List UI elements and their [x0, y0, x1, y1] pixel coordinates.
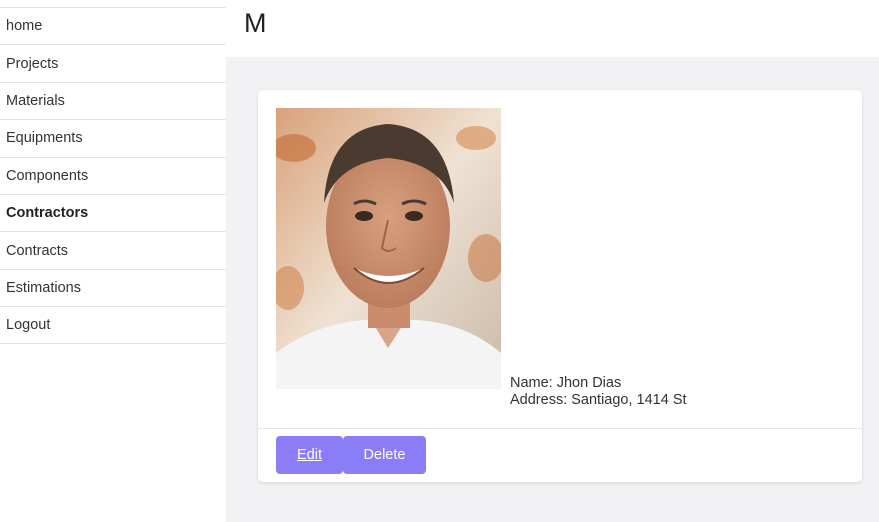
sidebar-item-contractors[interactable]: Contractors — [0, 193, 226, 231]
sidebar-item-equipments[interactable]: Equipments — [0, 119, 226, 156]
card-divider — [258, 428, 862, 429]
sidebar-nav: home Projects Materials Equipments Compo… — [0, 7, 226, 344]
sidebar-item-components[interactable]: Components — [0, 156, 226, 194]
contractor-photo-image — [276, 108, 501, 389]
sidebar-item-logout[interactable]: Logout — [0, 306, 226, 344]
sidebar-item-materials[interactable]: Materials — [0, 81, 226, 119]
delete-button[interactable]: Delete — [343, 436, 426, 474]
edit-button[interactable]: Edit — [276, 436, 343, 474]
page-title: M — [244, 8, 267, 38]
contractor-name: Name: Jhon Dias — [510, 375, 622, 391]
main-content: Name: Jhon Dias Address: Santiago, 1414 … — [226, 57, 879, 522]
contractor-address: Address: Santiago, 1414 St — [510, 392, 687, 408]
page-header: M — [226, 0, 879, 57]
sidebar-item-home[interactable]: home — [0, 7, 226, 44]
sidebar-item-estimations[interactable]: Estimations — [0, 268, 226, 306]
contractor-card: Name: Jhon Dias Address: Santiago, 1414 … — [258, 90, 862, 482]
contractor-photo — [276, 108, 501, 389]
sidebar: home Projects Materials Equipments Compo… — [0, 0, 226, 522]
contractor-details: Name: Jhon Dias Address: Santiago, 1414 … — [510, 375, 687, 409]
sidebar-item-projects[interactable]: Projects — [0, 44, 226, 81]
sidebar-item-contracts[interactable]: Contracts — [0, 231, 226, 268]
